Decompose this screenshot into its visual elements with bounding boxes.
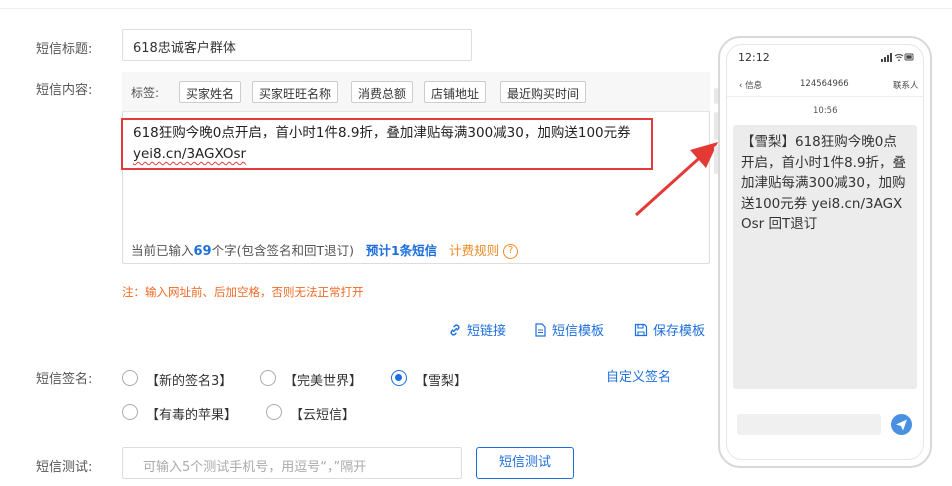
document-icon [535, 322, 546, 337]
test-phone-input[interactable]: 可输入5个测试手机号，用逗号“，”隔开 [122, 447, 462, 479]
save-icon [634, 323, 648, 336]
signature-option-label: 【完美世界】 [284, 374, 363, 389]
char-count-value: 69 [193, 244, 212, 259]
estimate-value: 1 [390, 243, 400, 258]
radio-button[interactable] [122, 404, 138, 420]
count-suffix: 个字(包含签名和回T退订) [211, 243, 354, 258]
sms-template-label: 短信模板 [552, 324, 605, 339]
sms-content-line: 618狂购今晚0点开启，首小时1件8.9折，叠加津贴每满300减30，加购送10… [133, 125, 631, 141]
status-icons [881, 52, 915, 65]
phone-contact-label: 联系人 [893, 81, 919, 91]
sms-template-button[interactable]: 短信模板 [534, 320, 604, 339]
radio-button-selected[interactable] [391, 370, 407, 386]
signal-wifi-battery-icon [881, 53, 914, 62]
phone-back-label: 信息 [745, 81, 763, 91]
tag-buyer-name[interactable]: 买家姓名 [179, 81, 242, 103]
phone-message-time: 10:56 [813, 106, 838, 116]
tag-total-spend[interactable]: 消费总额 [351, 81, 414, 103]
billing-rules-link[interactable]: 计费规则 [449, 243, 499, 258]
phone-side-button [714, 112, 718, 140]
top-divider [0, 8, 952, 9]
sms-content-url: yei8.cn/3AGXOsr [133, 146, 247, 162]
phone-side-button [714, 146, 718, 174]
content-label: 短信内容: [36, 83, 93, 98]
short-link-button[interactable]: 短链接 [448, 320, 506, 339]
signature-option-label: 【云短信】 [290, 408, 356, 423]
phone-time: 12:12 [738, 51, 770, 64]
phone-send-icon [891, 414, 912, 435]
tag-buyer-wangwang[interactable]: 买家旺旺名称 [252, 81, 339, 103]
custom-signature-link[interactable]: 自定义签名 [606, 366, 671, 385]
phone-message-input [737, 414, 881, 435]
tag-last-purchase-time[interactable]: 最近购买时间 [500, 81, 587, 103]
tags-label: 标签: [131, 86, 160, 100]
count-prefix: 当前已输入 [131, 243, 194, 258]
phone-message-bubble: 【雪梨】618狂购今晚0点开启，首小时1件8.9折，叠加津贴每满300减30，加… [733, 125, 917, 389]
test-label: 短信测试: [36, 460, 93, 475]
url-note: 注：输入网址前、后加空格，否则无法正常打开 [122, 285, 364, 299]
title-label: 短信标题: [36, 42, 93, 57]
send-icon [896, 419, 907, 431]
radio-button[interactable] [266, 404, 282, 420]
sms-title-input[interactable]: 618忠诚客户群体 [122, 29, 472, 61]
signature-option-label: 【有毒的苹果】 [146, 408, 238, 423]
estimate-suffix: 条短信 [399, 243, 438, 258]
signature-label: 短信签名: [36, 372, 93, 387]
radio-button[interactable] [260, 370, 276, 386]
sms-content-text[interactable]: 618狂购今晚0点开启，首小时1件8.9折，叠加津贴每满300减30，加购送10… [121, 118, 653, 170]
help-icon[interactable]: ? [503, 244, 519, 259]
tag-store-address[interactable]: 店铺地址 [424, 81, 487, 103]
save-template-button[interactable]: 保存模板 [634, 320, 705, 339]
phone-header-divider [727, 96, 923, 97]
char-count-line: 当前已输入69个字(包含签名和回T退订) 预计1条短信 计费规则? [131, 240, 519, 259]
phone-side-button [714, 88, 718, 104]
arrow-pointer-icon [634, 142, 718, 217]
phone-sender-number: 124564966 [800, 79, 849, 89]
save-template-label: 保存模板 [653, 324, 706, 339]
estimate-prefix: 预计 [365, 243, 391, 258]
sms-test-button[interactable]: 短信测试 [476, 447, 574, 479]
link-icon [450, 324, 460, 335]
signature-option-label: 【新的签名3】 [146, 374, 233, 389]
phone-back-button: ‹ 信息 [739, 79, 762, 91]
short-link-label: 短链接 [467, 324, 507, 339]
radio-button[interactable] [122, 370, 138, 386]
signature-option-label: 【雪梨】 [415, 374, 468, 389]
